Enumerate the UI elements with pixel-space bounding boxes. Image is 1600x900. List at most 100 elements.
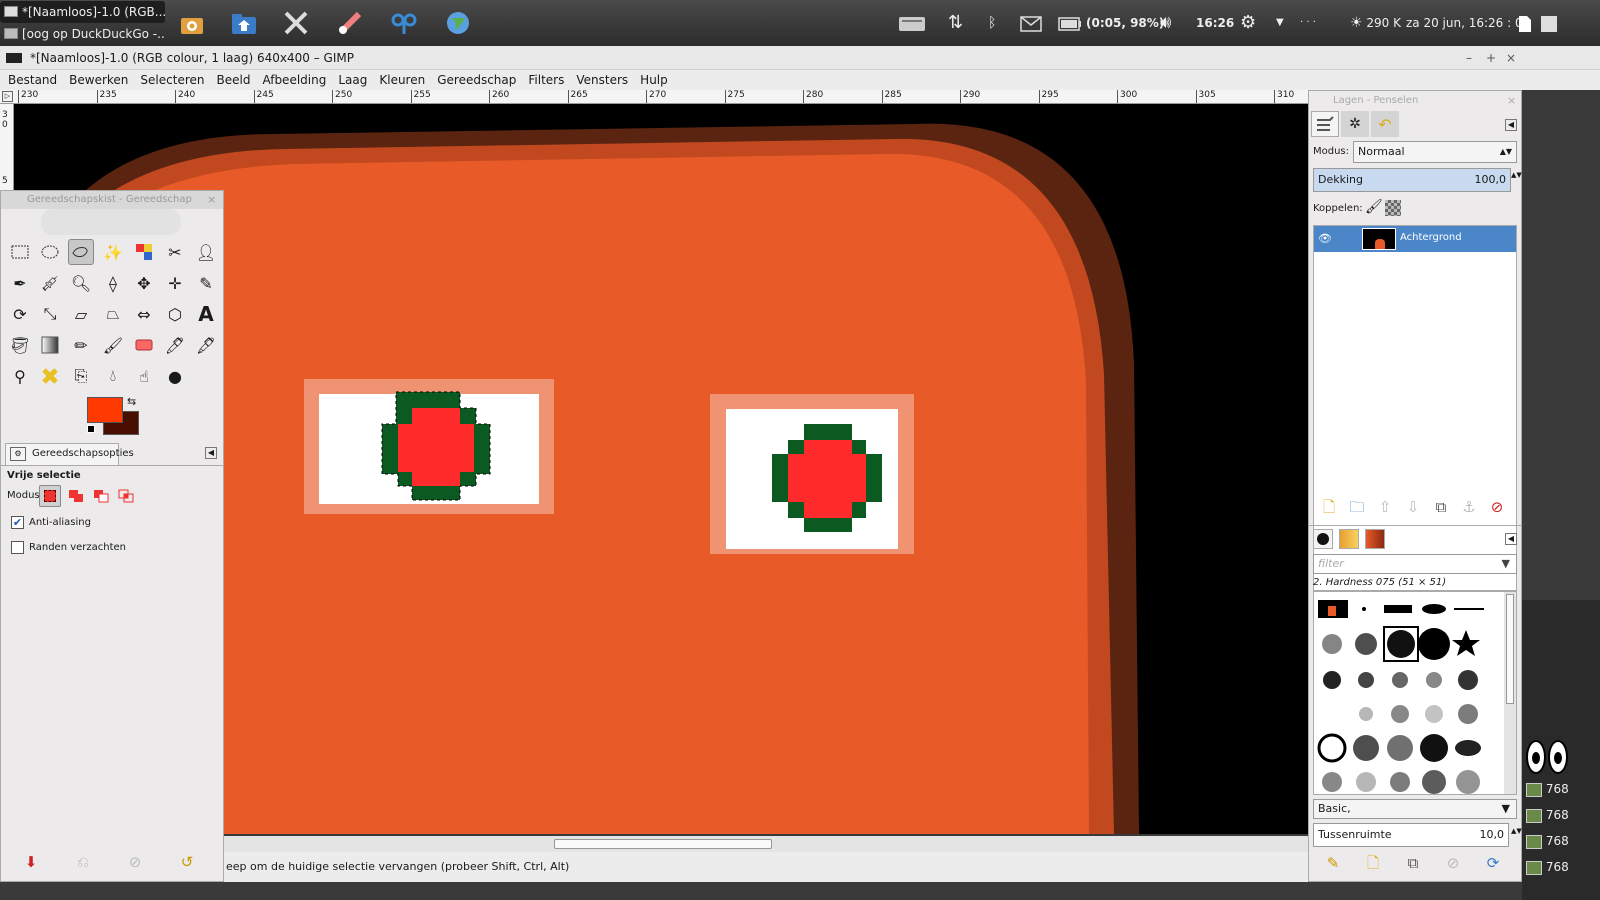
panel-menu-icon[interactable]: ◀ bbox=[1505, 533, 1517, 545]
fuzzy-select-icon[interactable]: ✨ bbox=[100, 239, 126, 265]
desktop-item[interactable]: 768 bbox=[1526, 782, 1569, 797]
lock-pixels-icon[interactable]: 🖌︎ bbox=[1365, 199, 1383, 215]
lower-layer-icon[interactable]: ⇩ bbox=[1399, 498, 1427, 516]
heal-tool-icon[interactable] bbox=[37, 363, 63, 389]
brush-block[interactable] bbox=[1384, 605, 1412, 613]
brush-hard[interactable] bbox=[1418, 628, 1450, 660]
raise-layer-icon[interactable]: ⇧ bbox=[1371, 498, 1399, 516]
tab-channels[interactable]: ✲ bbox=[1341, 111, 1369, 137]
brush-tag-input[interactable]: Basic, ▼ bbox=[1313, 799, 1517, 819]
scissors-select-icon[interactable]: ✂ bbox=[162, 239, 188, 265]
brush-1[interactable] bbox=[1362, 607, 1366, 611]
default-colors-icon[interactable] bbox=[87, 425, 95, 433]
tab-tool-options[interactable]: ⚙ Gereedschapsopties bbox=[5, 443, 134, 465]
eye-visibility-icon[interactable]: 👁︎ bbox=[1318, 232, 1332, 245]
color-picker-icon[interactable]: 💉︎ bbox=[37, 270, 63, 296]
align-tool-icon[interactable]: ✛ bbox=[162, 270, 188, 296]
brush-splat-1[interactable] bbox=[1323, 671, 1341, 689]
move-tool-icon[interactable]: ✥ bbox=[131, 270, 157, 296]
desktop-item[interactable]: 768 bbox=[1526, 860, 1569, 875]
brush-soft-2[interactable] bbox=[1355, 633, 1377, 655]
spinner-icon[interactable]: ▲▼ bbox=[1511, 171, 1522, 179]
paintbrush-tool-icon[interactable]: 🖌︎ bbox=[100, 332, 126, 358]
brush-ellipse[interactable] bbox=[1422, 604, 1446, 614]
duplicate-brush-icon[interactable]: ⧉ bbox=[1399, 854, 1427, 872]
rotate-tool-icon[interactable]: ⟳ bbox=[7, 301, 33, 327]
foreground-select-icon[interactable]: 👤︎ bbox=[193, 239, 219, 265]
brush-texture-1[interactable] bbox=[1317, 733, 1347, 763]
brush-texture-3[interactable] bbox=[1387, 735, 1413, 761]
gradient-tool-icon[interactable] bbox=[37, 332, 63, 358]
crop-tool-icon[interactable]: ✎ bbox=[193, 270, 219, 296]
spinner-icon[interactable]: ▲▼ bbox=[1511, 827, 1522, 835]
new-layer-group-icon[interactable]: 🗀 bbox=[1343, 497, 1371, 522]
tab-brushes[interactable] bbox=[1313, 529, 1333, 549]
brush-grunge-3[interactable] bbox=[1390, 772, 1410, 792]
chevron-down-icon[interactable]: ▼ bbox=[1276, 0, 1284, 46]
zoom-tool-icon[interactable]: 🔍︎ bbox=[68, 270, 94, 296]
free-select-icon[interactable] bbox=[68, 239, 94, 265]
foreground-color-swatch[interactable] bbox=[87, 397, 123, 423]
close-icon[interactable]: × bbox=[207, 193, 216, 206]
color-select-icon[interactable] bbox=[131, 239, 157, 265]
power-icon[interactable] bbox=[1540, 0, 1558, 46]
paths-tool-icon[interactable]: ✒ bbox=[7, 270, 33, 296]
layer-row[interactable]: 👁︎ Achtergrond bbox=[1314, 226, 1516, 252]
shear-tool-icon[interactable]: ▱ bbox=[68, 301, 94, 327]
document-icon[interactable] bbox=[1518, 0, 1532, 46]
web-browser-icon[interactable] bbox=[440, 5, 476, 41]
brush-splat-2[interactable] bbox=[1358, 672, 1374, 688]
network-transfer-icon[interactable]: ⇅ bbox=[948, 0, 963, 46]
brush-soft-1[interactable] bbox=[1322, 634, 1342, 654]
brush-splat-3[interactable] bbox=[1392, 672, 1408, 688]
panel-menu-icon[interactable]: ◀ bbox=[205, 447, 217, 459]
perspective-tool-icon[interactable]: ⏢ bbox=[100, 301, 126, 327]
bluetooth-icon[interactable]: ᛒ bbox=[988, 0, 996, 46]
menu-hulp[interactable]: Hulp bbox=[636, 70, 672, 90]
mode-subtract-button[interactable] bbox=[90, 485, 112, 507]
bucket-fill-icon[interactable]: 🪣︎ bbox=[7, 332, 33, 358]
perspective-clone-icon[interactable]: ⎘ bbox=[68, 363, 94, 389]
menu-bestand[interactable]: Bestand bbox=[4, 70, 61, 90]
anchor-layer-icon[interactable]: ⚓ bbox=[1455, 498, 1483, 516]
brush-grid[interactable] bbox=[1313, 591, 1517, 795]
menu-kleuren[interactable]: Kleuren bbox=[375, 70, 429, 90]
brush-grunge-2[interactable] bbox=[1356, 772, 1376, 792]
delete-brush-icon[interactable]: ⊘ bbox=[1439, 854, 1467, 872]
restore-options-icon[interactable]: ⎌ bbox=[69, 853, 97, 871]
smudge-tool-icon[interactable]: ☝ bbox=[131, 363, 157, 389]
network-icon[interactable] bbox=[386, 5, 422, 41]
menu-filters[interactable]: Filters bbox=[524, 70, 568, 90]
ellipse-select-icon[interactable] bbox=[37, 239, 63, 265]
system-gear-icon[interactable]: ⚙ bbox=[1240, 0, 1256, 46]
measure-tool-icon[interactable]: ⟠ bbox=[100, 270, 126, 296]
brush-splat-4[interactable] bbox=[1426, 672, 1442, 688]
spacing-slider[interactable]: Tussenruimte 10,0 bbox=[1313, 823, 1509, 847]
menu-laag[interactable]: Laag bbox=[334, 70, 371, 90]
mode-add-button[interactable] bbox=[65, 485, 87, 507]
panel-menu-icon[interactable]: ◀ bbox=[1505, 119, 1517, 131]
home-folder-icon[interactable] bbox=[226, 5, 262, 41]
brush-texture-2[interactable] bbox=[1353, 735, 1379, 761]
brush-dots-1[interactable] bbox=[1359, 707, 1373, 721]
rect-select-icon[interactable] bbox=[7, 239, 33, 265]
mode-intersect-button[interactable] bbox=[115, 485, 137, 507]
settings-tools-icon[interactable] bbox=[278, 5, 314, 41]
edit-brush-icon[interactable]: ✎ bbox=[1319, 854, 1347, 872]
brush-dots-4[interactable] bbox=[1458, 704, 1478, 724]
datetime[interactable]: za 20 jun, 16:26 : 04 bbox=[1406, 0, 1530, 46]
brush-scrollbar[interactable] bbox=[1504, 592, 1516, 794]
delete-options-icon[interactable]: ⊘ bbox=[121, 853, 149, 871]
reset-options-icon[interactable]: ↺ bbox=[173, 853, 201, 871]
mail-icon[interactable] bbox=[1020, 0, 1042, 46]
menu-gereedschap[interactable]: Gereedschap bbox=[433, 70, 520, 90]
airbrush-tool-icon[interactable]: 🖊︎ bbox=[162, 332, 188, 358]
brush-dots-3[interactable] bbox=[1425, 705, 1443, 723]
eraser-tool-icon[interactable] bbox=[131, 332, 157, 358]
tab-patterns[interactable] bbox=[1339, 529, 1359, 549]
refresh-brushes-icon[interactable]: ⟳ bbox=[1479, 854, 1507, 872]
brush-grunge-5[interactable] bbox=[1456, 770, 1480, 794]
taskbar-item-browser[interactable]: [oog op DuckDuckGo -... bbox=[0, 23, 165, 45]
desktop-item[interactable]: 768 bbox=[1526, 808, 1569, 823]
keyboard-icon[interactable] bbox=[898, 0, 926, 46]
